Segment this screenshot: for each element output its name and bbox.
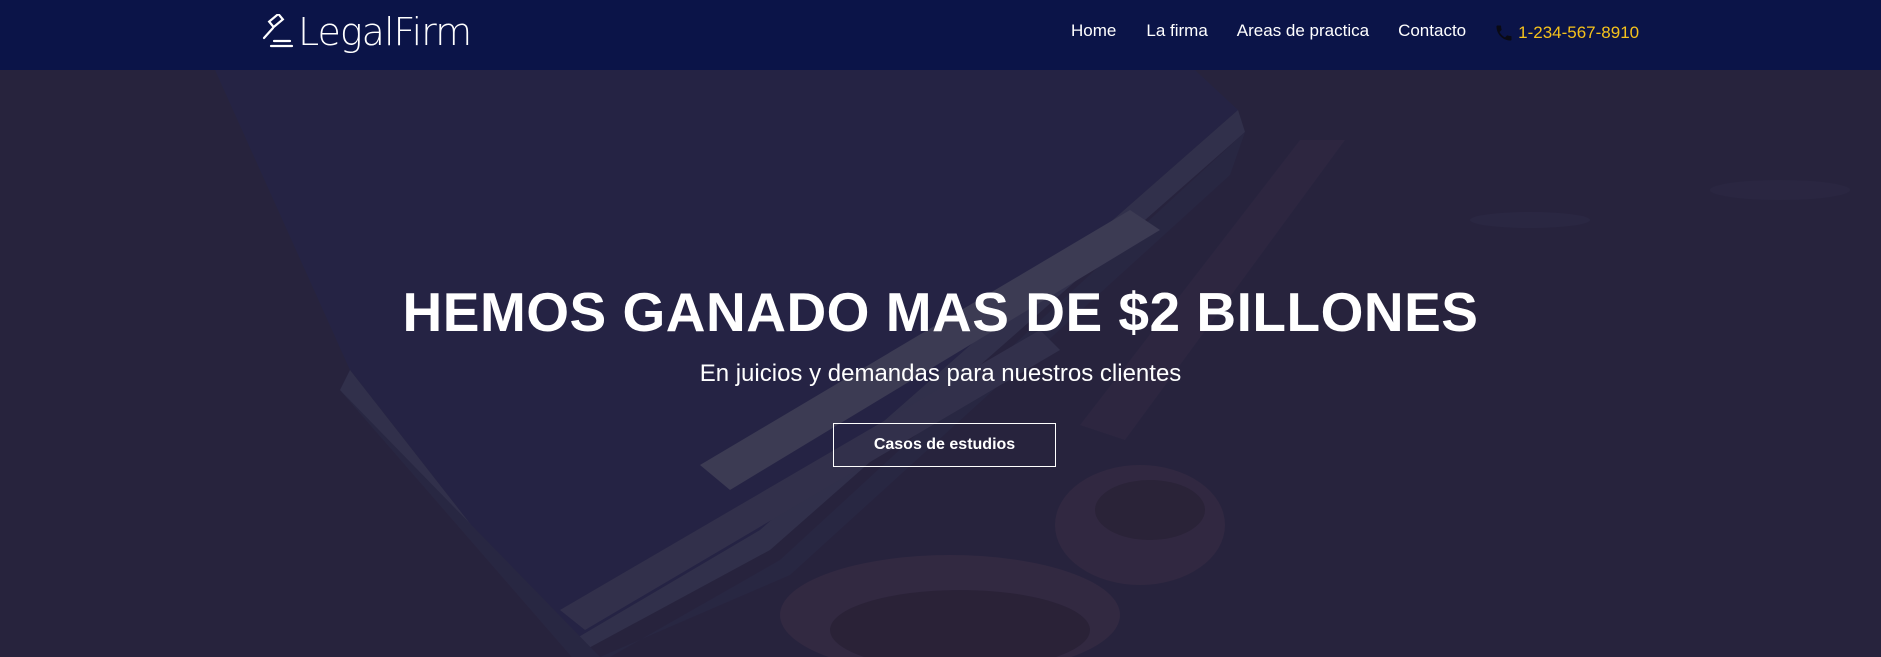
nav-item-areas-de-practica[interactable]: Areas de practica (1237, 21, 1369, 41)
main-nav: Home La firma Areas de practica Contacto… (1071, 19, 1639, 43)
phone-link[interactable]: 1-234-567-8910 (1494, 23, 1639, 43)
brand-name: LegalFirm (298, 10, 472, 54)
phone-number: 1-234-567-8910 (1518, 23, 1640, 42)
case-studies-button[interactable]: Casos de estudios (833, 423, 1056, 467)
gavel-icon (262, 14, 294, 48)
hero-title: HEMOS GANADO MAS DE $2 BILLONES (402, 281, 1479, 343)
nav-item-home[interactable]: Home (1071, 21, 1116, 41)
hero-subtitle: En juicios y demandas para nuestros clie… (699, 360, 1182, 387)
brand-logo-link[interactable]: LegalFirm (260, 10, 472, 54)
nav-item-contacto[interactable]: Contacto (1398, 21, 1466, 41)
hero-section: HEMOS GANADO MAS DE $2 BILLONES En juici… (0, 70, 1881, 657)
top-navbar: LegalFirm Home La firma Areas de practic… (0, 0, 1881, 70)
phone-icon (1496, 25, 1512, 41)
nav-item-la-firma[interactable]: La firma (1146, 21, 1207, 41)
